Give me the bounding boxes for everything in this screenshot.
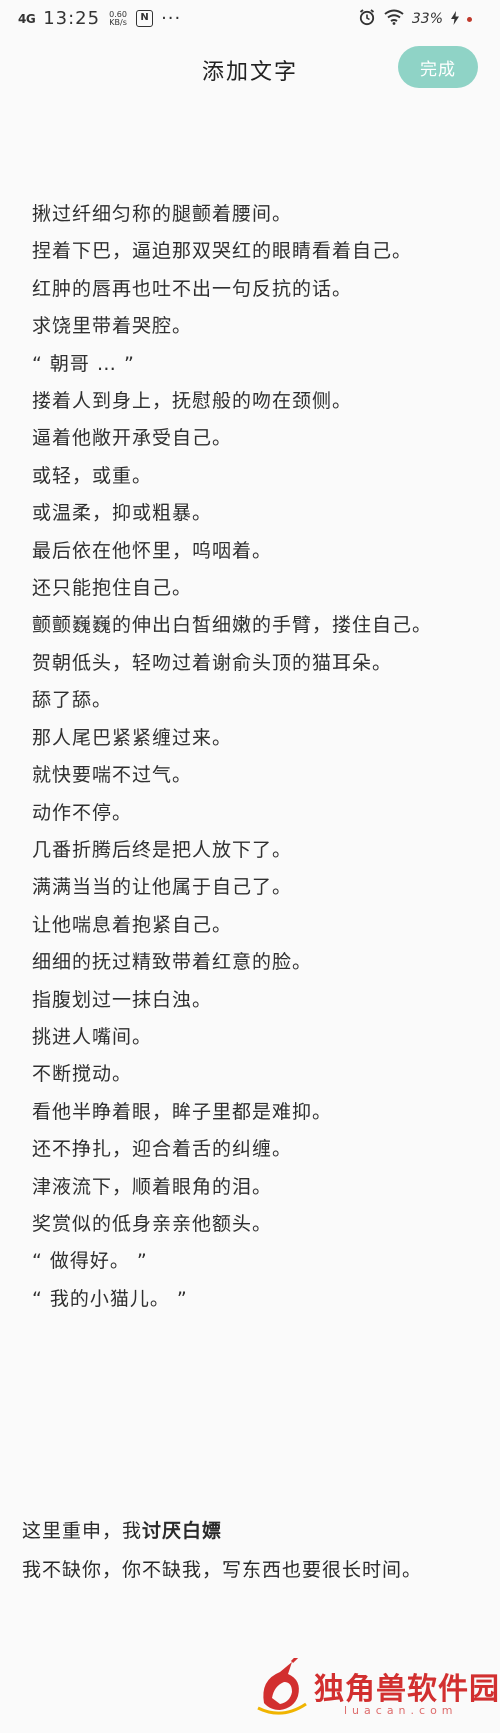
editor-line: 几番折腾后终是把人放下了。 [32, 838, 293, 861]
editor-line: 动作不停。 [32, 801, 133, 824]
done-button[interactable]: 完成 [398, 46, 478, 88]
charging-icon [451, 10, 459, 28]
editor-line: 奖赏似的低身亲亲他额头。 [32, 1212, 273, 1235]
editor-line: 红肿的唇再也吐不出一句反抗的话。 [32, 277, 353, 300]
editor-line: 贺朝低头，轻吻过着谢俞头顶的猫耳朵。 [32, 651, 393, 674]
note-line-1-prefix: 这里重申，我 [22, 1520, 143, 1542]
status-bar: 4G 13:25 0.60 KB/s N ··· 33% [0, 0, 500, 38]
status-left: 4G 13:25 0.60 KB/s N ··· [18, 8, 181, 29]
notification-dot-icon [467, 16, 472, 22]
editor-line: “ 我的小猫儿。 ” [32, 1287, 188, 1310]
title-bar: 添加文字 完成 [0, 46, 500, 96]
note-line-1: 这里重申，我讨厌白嫖 [22, 1512, 472, 1551]
editor-line: 满满当当的让他属于自己了。 [32, 876, 293, 899]
watermark-url: luacan.com [344, 1704, 458, 1717]
editor-line: 颤颤巍巍的伸出白皙细嫩的手臂，搂住自己。 [32, 614, 433, 637]
editor-line: 或温柔，抑或粗暴。 [32, 502, 213, 525]
editor-line: 指腹划过一抹白浊。 [32, 988, 213, 1011]
editor-line: 求饶里带着哭腔。 [32, 315, 193, 338]
watermark-brand: 独角兽软件园 [314, 1672, 500, 1707]
editor-line: 挑进人嘴间。 [32, 1025, 153, 1048]
network-speed: 0.60 KB/s [108, 10, 128, 27]
unicorn-logo-icon [252, 1654, 312, 1718]
editor-line: 不断搅动。 [32, 1063, 133, 1086]
editor-line: 让他喘息着抱紧自己。 [32, 913, 233, 936]
editor-line: 逼着他敞开承受自己。 [32, 427, 233, 450]
editor-line: 或轻，或重。 [32, 464, 153, 487]
editor-line: 揪过纤细匀称的腿颤着腰间。 [32, 203, 293, 225]
status-right: 33% [358, 8, 472, 30]
text-editor[interactable]: 揪过纤细匀称的腿颤着腰间。捏着下巴，逼迫那双哭红的眼睛看着自己。 红肿的唇再也吐不… [22, 196, 462, 1318]
editor-line: 最后依在他怀里，呜咽着。 [32, 539, 273, 562]
editor-line: 就快要喘不过气。 [32, 764, 193, 787]
alarm-icon [358, 8, 376, 30]
author-note: 这里重申，我讨厌白嫖 我不缺你，你不缺我，写东西也要很长时间。 [22, 1512, 472, 1590]
editor-line: 还不挣扎，迎合着舌的纠缠。 [32, 1138, 293, 1161]
signal-indicator: 4G [18, 11, 36, 26]
editor-line: 津液流下，顺着眼角的泪。 [32, 1175, 273, 1198]
editor-line: 搂着人到身上，抚慰般的吻在颈侧。 [32, 390, 353, 413]
note-emphasis: 讨厌白嫖 [142, 1520, 223, 1542]
note-line-2: 我不缺你，你不缺我，写东西也要很长时间。 [22, 1559, 423, 1581]
clock: 13:25 [43, 8, 101, 29]
more-notifications-icon: ··· [161, 7, 182, 29]
editor-line: “ 做得好。 ” [32, 1250, 148, 1273]
editor-line: 舔了舔。 [32, 689, 113, 712]
battery-level: 33% [411, 11, 443, 27]
editor-line: 看他半睁着眼，眸子里都是难抑。 [32, 1100, 333, 1123]
editor-line: 那人尾巴紧紧缠过来。 [32, 726, 233, 749]
editor-line: “ 朝哥 … ” [32, 352, 135, 375]
editor-line: 捏着下巴，逼迫那双哭红的眼睛看着自己。 [32, 240, 413, 263]
network-speed-unit: KB/s [109, 17, 127, 27]
wifi-icon [384, 9, 404, 29]
nfc-icon: N [136, 10, 154, 27]
editor-line: 还只能抱住自己。 [32, 577, 193, 600]
watermark: 独角兽软件园 luacan.com [252, 1654, 500, 1728]
editor-line: 细细的抚过精致带着红意的脸。 [32, 951, 313, 974]
